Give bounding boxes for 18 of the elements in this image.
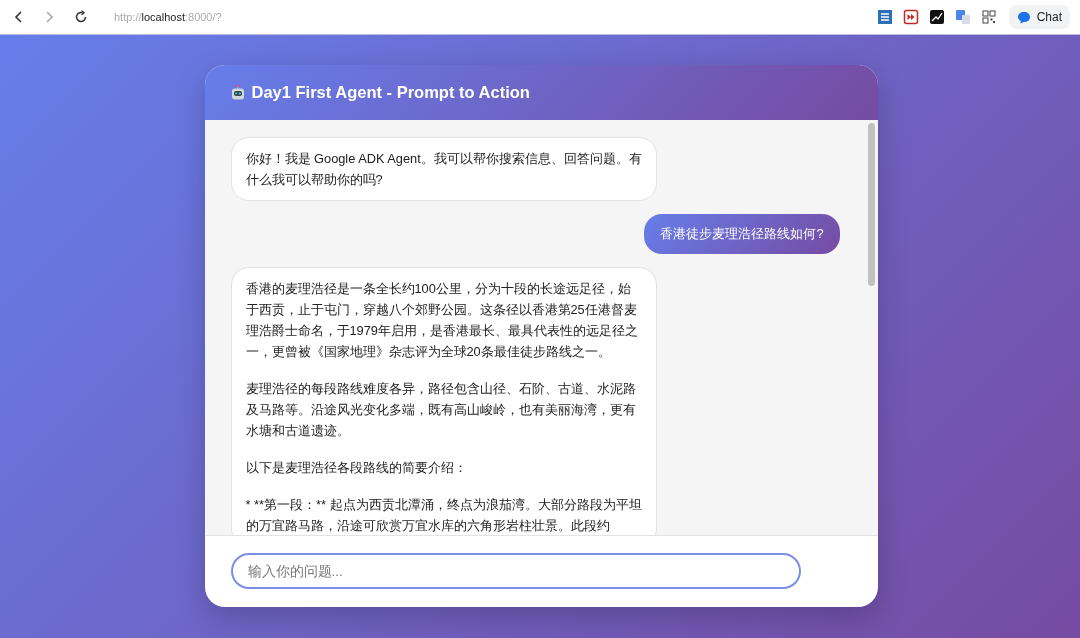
chat-button[interactable]: Chat [1008,5,1070,29]
message-text: 香港徒步麦理浩径路线如何? [660,225,824,243]
robot-icon [229,84,246,101]
chat-title: Day1 First Agent - Prompt to Action [251,83,530,102]
message-text: 麦理浩径的每段路线难度各异，路径包含山径、石阶、古道、水泥路及马路等。沿途风光变化多端，既有高山峻岭，也有美丽海湾，更有水塘和古道遗迹。 [245,380,637,440]
reload-icon[interactable] [74,10,88,24]
message-text: * **第一段：** 起点为西贡北潭涌，终点为浪茄湾。大部分路段为平坦的万宜路马路，沿途可欣赏万宜水库的六角形岩柱壮景。此段约 [245,496,643,535]
qr-code-icon[interactable] [980,9,997,25]
speech-bubble-icon [1016,10,1031,24]
message-text: 以下是麦理浩径各段路线的简要介绍： [245,459,468,477]
scrollbar-thumb[interactable] [867,123,875,286]
extension-icon[interactable] [928,9,945,25]
translate-icon[interactable] [954,9,971,25]
message-input[interactable]: 输入你的问题... [230,553,801,589]
address-bar[interactable]: http://localhost:8000/? [114,11,877,23]
message-text: 你好！我是 Google ADK Agent。我可以帮你搜索信息、回答问题。有什么我可以帮助你的吗? [245,150,643,189]
message-text: 香港的麦理浩径是一条全长约100公里，分为十段的长途远足径，始于西贡，止于屯门，穿越八个郊野公园。这条径以香港第25任港督麦理浩爵士命名，于1979年启用，是香港最长、最具代表性的远足径之一，更曾被《国家地理》杂志评为全球20条最佳徒步路线之一。 [245,280,639,361]
back-icon[interactable] [14,10,24,24]
